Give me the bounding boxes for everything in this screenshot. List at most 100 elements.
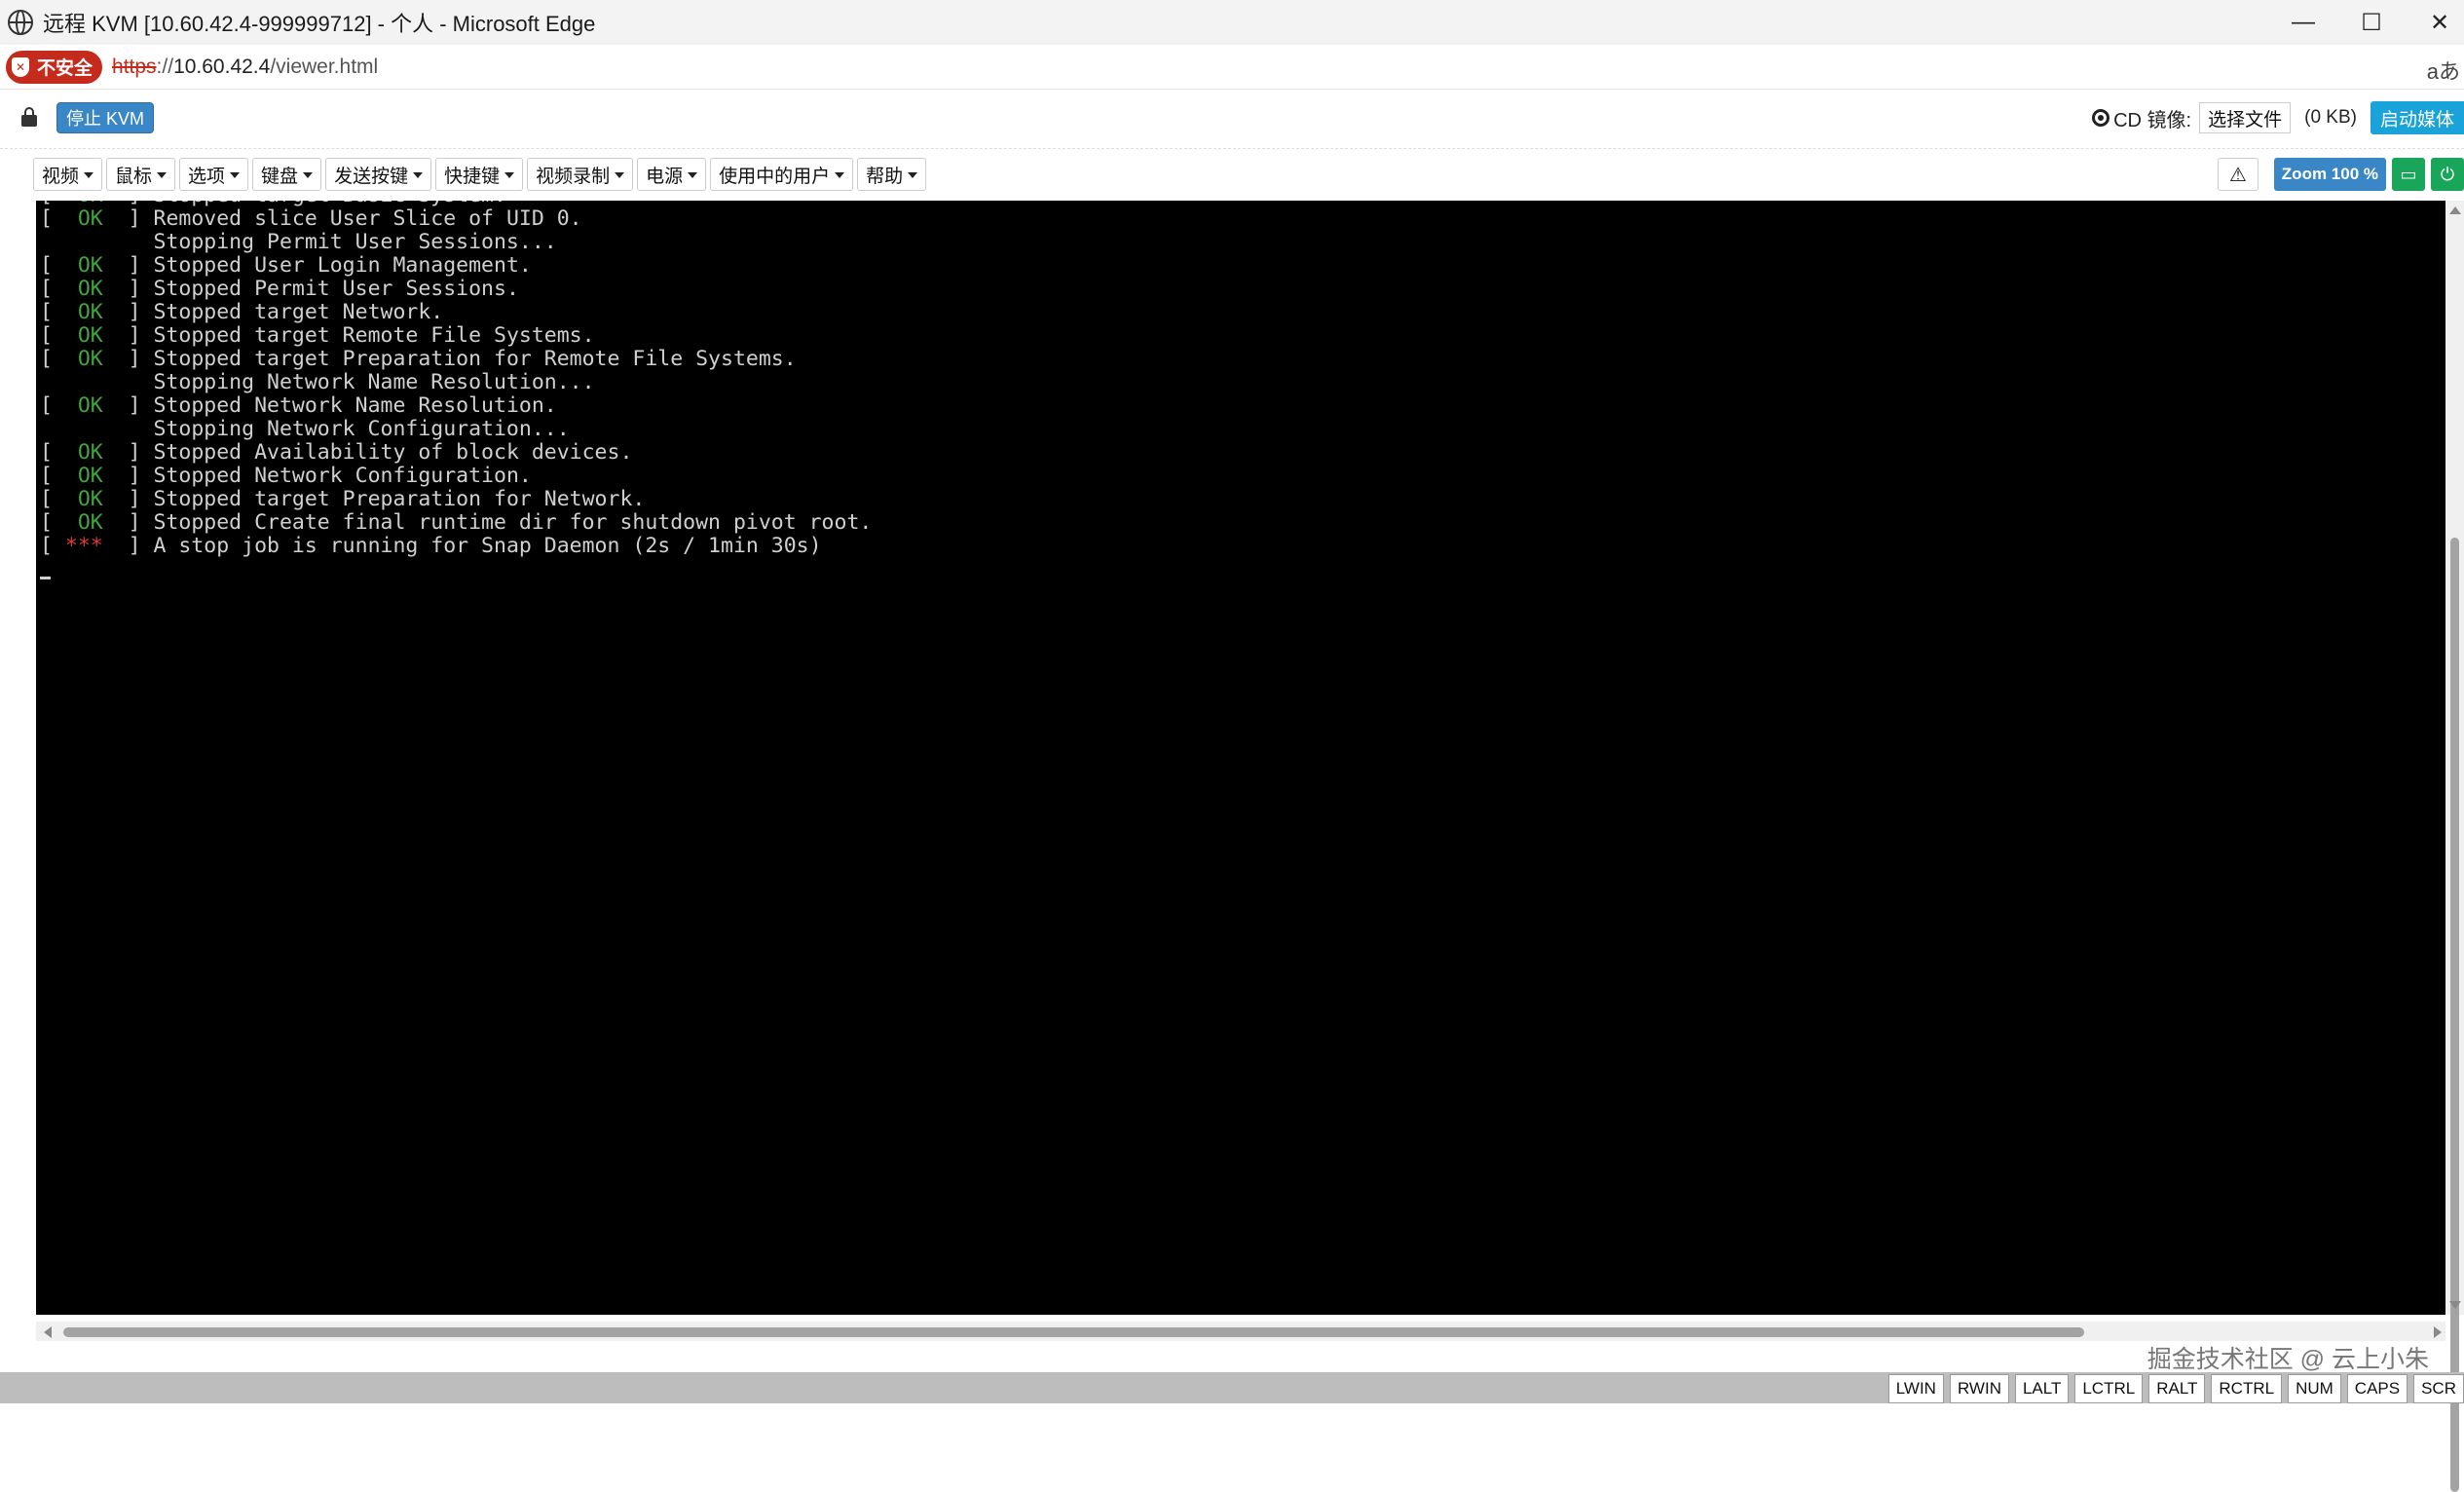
menu-label: 选项 [188,166,226,187]
stop-kvm-button[interactable]: 停止 KVM [56,102,155,133]
console-line: [ OK ] Stopped target Remote File System… [40,323,595,348]
kvm-toolbar: 停止 KVM CD 镜像: 选择文件 (0 KB) 启动媒体 [0,91,2464,149]
horizontal-scroll-thumb[interactable] [63,1327,2084,1337]
menu-power[interactable]: 电源 [637,158,707,191]
menu-label: 电源 [646,166,684,187]
zoom-button[interactable]: Zoom 100 % [2273,158,2386,191]
status-bar: LWIN RWIN LALT LCTRL RALT RCTRL NUM CAPS… [0,1372,2464,1403]
scroll-left-icon[interactable] [44,1326,52,1338]
console-line: [ *** ] A stop job is running for Snap D… [40,534,822,558]
console-line: Stopping Network Configuration... [40,418,2445,441]
key-lalt[interactable]: LALT [2014,1374,2070,1403]
lock-icon[interactable] [21,107,37,127]
console-line-text: A stop job is running for Snap Daemon (2… [153,534,822,558]
status-ok: OK [64,487,116,511]
menu-label: 帮助 [866,166,904,187]
shield-icon: ✕ [12,56,29,77]
console-line: [ OK ] Stopped Create final runtime dir … [40,510,873,535]
scroll-down-icon[interactable] [2449,1301,2461,1309]
security-badge[interactable]: ✕ 不安全 [6,50,103,84]
console-line-text: Stopped target Remote File Systems. [153,323,595,348]
url-text[interactable]: https://10.60.42.4/viewer.html [112,56,378,79]
monitor-icon[interactable]: ▭ [2392,158,2425,191]
menu-help[interactable]: 帮助 [857,158,927,191]
menu-video[interactable]: 视频 [33,158,103,191]
menu-keyboard[interactable]: 键盘 [252,158,322,191]
key-rctrl[interactable]: RCTRL [2211,1374,2283,1403]
console-line: [ OK ] Stopped Availability of block dev… [40,440,633,465]
cd-icon [2092,109,2110,127]
status-ok: OK [64,464,116,488]
power-icon[interactable]: ⏻ [2431,158,2464,191]
menu-label: 视频 [42,166,80,187]
kvm-menu-bar: 视频 鼠标 选项 键盘 发送按键 快捷键 视频录制 电源 使用中的用户 帮助 ⚠… [0,150,2464,201]
url-separator: :// [156,55,174,78]
window-title: 远程 KVM [10.60.42.4-999999712] - 个人 - Mic… [43,12,596,36]
caret-down-icon [303,172,314,178]
maximize-button[interactable]: ☐ [2337,0,2406,45]
watermark: 掘金技术社区 @ 云上小朱 [2147,1346,2429,1373]
file-size: (0 KB) [2304,107,2357,128]
vertical-scroll-thumb[interactable] [2450,538,2459,1492]
caret-down-icon [688,172,698,178]
url-protocol: https [112,55,157,78]
url-host: 10.60.42.4 [173,55,271,78]
key-ralt[interactable]: RALT [2148,1374,2206,1403]
console-line: [ OK ] Stopped User Login Management. [40,253,532,278]
caret-down-icon [835,172,845,178]
menu-label: 视频录制 [536,166,611,187]
choose-file-button[interactable]: 选择文件 [2199,102,2292,133]
console-line: Stopping Permit User Sessions... [40,231,2445,254]
minimize-button[interactable]: — [2269,0,2337,45]
console-line-text: Stopped Create final runtime dir for shu… [153,510,873,535]
menu-options[interactable]: 选项 [179,158,249,191]
menu-label: 鼠标 [115,166,153,187]
security-label: 不安全 [37,58,93,79]
status-ok: OK [64,300,116,324]
menu-active-users[interactable]: 使用中的用户 [710,158,854,191]
warning-icon[interactable]: ⚠ [2217,158,2259,191]
key-num[interactable]: NUM [2288,1374,2341,1403]
menu-hotkeys[interactable]: 快捷键 [435,158,524,191]
key-rwin[interactable]: RWIN [1949,1374,2009,1403]
console-output: [ OK ] Stopped target Basic System.[ OK … [36,201,2445,558]
console-line: [ OK ] Stopped Network Name Resolution. [40,393,557,418]
scroll-right-icon[interactable] [2434,1326,2442,1338]
address-bar[interactable]: ✕ 不安全 https://10.60.42.4/viewer.html [0,45,2464,90]
horizontal-scrollbar[interactable] [36,1322,2445,1341]
status-ok: OK [64,510,116,535]
status-ok: OK [64,277,116,301]
key-lctrl[interactable]: LCTRL [2074,1374,2144,1403]
console-line-text: Stopped target Network. [153,300,444,324]
console-line-text: Stopping Permit User Sessions... [153,230,557,254]
key-lwin[interactable]: LWIN [1887,1374,1944,1403]
key-scr[interactable]: SCR [2413,1374,2464,1403]
read-aloud-button[interactable]: aあ [2427,55,2460,86]
caret-down-icon [230,172,241,178]
menu-video-recording[interactable]: 视频录制 [527,158,634,191]
vertical-scrollbar[interactable] [2445,201,2464,1492]
key-caps[interactable]: CAPS [2346,1374,2408,1403]
start-media-button[interactable]: 启动媒体 [2370,101,2464,134]
menu-list: 视频 鼠标 选项 键盘 发送按键 快捷键 视频录制 电源 使用中的用户 帮助 [33,158,927,191]
status-running: *** [64,534,116,558]
view-controls: ⚠ Zoom 100 % ▭ ⏻ [2217,158,2464,191]
console-line-text: Stopped User Login Management. [153,253,532,278]
remote-console-screen[interactable]: [ OK ] Stopped target Basic System.[ OK … [36,201,2445,1315]
menu-send-keys[interactable]: 发送按键 [325,158,432,191]
console-line: [ OK ] Stopped Network Configuration. [40,464,532,488]
caret-down-icon [84,172,94,178]
menu-mouse[interactable]: 鼠标 [106,158,176,191]
caret-down-icon [157,172,168,178]
console-line-text: Stopped target Preparation for Network. [153,487,646,511]
console-line: [ OK ] Removed slice User Slice of UID 0… [40,206,582,231]
close-button[interactable]: ✕ [2406,0,2464,45]
key-status-list: LWIN RWIN LALT LCTRL RALT RCTRL NUM CAPS… [1887,1374,2464,1403]
console-line-text: Stopped Network Configuration. [153,464,532,488]
scroll-up-icon[interactable] [2449,206,2461,214]
console-line-text: Stopping Network Configuration... [153,417,570,441]
status-ok: OK [64,393,116,418]
console-line: [ OK ] Stopped target Preparation for Ne… [40,487,646,511]
globe-icon [8,10,33,35]
status-ok: OK [64,206,116,231]
